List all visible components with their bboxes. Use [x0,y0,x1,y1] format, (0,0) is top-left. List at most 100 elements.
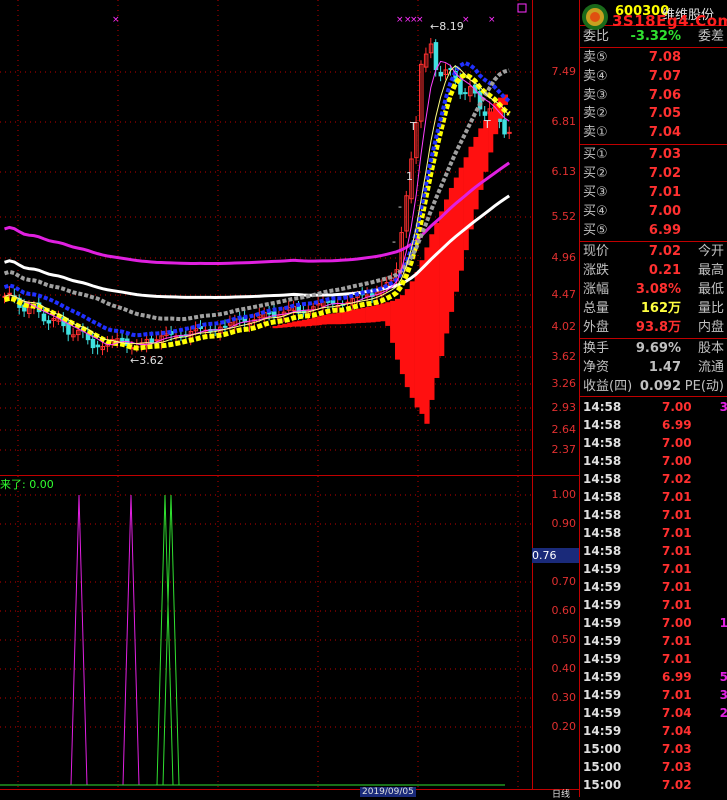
row-label: 买② [583,166,608,181]
row-label: 外盘 [583,320,610,335]
trade-row: 14:59 7.01 [582,632,727,650]
indicator-tick-label: 0.20 [551,720,577,733]
trade-volume: 5 [719,670,727,684]
bid-row[interactable]: 买④ 7.00 [582,202,726,221]
low-price-label: ←3.62 [130,354,164,367]
trade-time: 14:59 [583,598,622,612]
bid-row[interactable]: 买⑤ 6.99 [582,221,726,240]
trade-time: 14:58 [583,526,622,540]
row-label: 买① [583,147,608,162]
row-label: 涨跌 [583,263,610,278]
cloud-bar [365,306,371,323]
trade-time: 14:58 [583,400,622,414]
trade-row: 14:59 7.01 [582,578,727,596]
indicator-current-value: 0.76 [532,548,579,563]
cloud-bar [355,308,361,324]
quote-row[interactable]: 外盘 93.8万 内盘 [582,318,726,337]
price-axis: 7.49 6.81 6.13 5.52 4.96 4.47 4.02 3.62 3.26 2.93… [532,0,580,475]
period-label[interactable]: 日线 [552,787,570,800]
bid-row[interactable]: 买③ 7.01 [582,183,726,202]
stats-row[interactable]: 换手 9.69% 股本 [582,339,726,358]
trade-row: 14:59 7.04 2 [582,704,727,722]
row-value: 7.07 [648,68,681,84]
trade-row: 14:58 7.00 [582,452,727,470]
trade-price: 7.04 [662,706,692,720]
stats-row[interactable]: 净资 1.47 流通 [582,358,726,377]
trade-price: 7.01 [662,580,692,594]
trade-price: 7.00 [662,454,692,468]
trade-price: 7.01 [662,508,692,522]
row-value: 7.05 [648,106,681,122]
cloud-bar [395,298,401,360]
trade-price: 7.03 [662,742,692,756]
trade-row: 15:00 7.03 [582,758,727,776]
marker-dash: - [392,235,396,248]
candle-body [95,344,101,348]
indicator-tick-label: 0.50 [551,633,577,646]
row-value: 9.69% [635,341,681,356]
row-value: 7.04 [648,125,681,141]
row-value: 7.01 [648,185,681,200]
price-tick-label: 2.64 [551,423,577,436]
stats-row[interactable]: 收益(四) 0.092 PE(动) [582,377,726,396]
ask-row[interactable]: 卖② 7.05 [582,104,726,123]
trade-volume: 3 [719,688,727,702]
trade-row: 14:59 7.01 [582,560,727,578]
trade-time: 15:00 [583,778,622,792]
row-right-label: 今开 [697,244,724,259]
candle-body [507,131,512,134]
cloud-bar [311,317,317,326]
quote-row[interactable]: 现价 7.02 今开 [582,242,726,261]
cloud-bar [444,199,450,334]
ask-row[interactable]: 卖④ 7.07 [582,67,726,86]
trade-volume: 1 [719,616,727,630]
cloud-bar [321,315,327,325]
trade-time: 14:59 [583,670,622,684]
trade-row: 14:58 6.99 [582,416,727,434]
trade-row: 14:58 7.01 [582,506,727,524]
indicator-tick-label: 0.70 [551,575,577,588]
candle-body [46,320,52,324]
ask-row[interactable]: 卖① 7.04 [582,123,726,142]
candle-body [7,292,12,295]
signal-x-mark: × [112,15,120,25]
trade-volume: 3 [719,400,727,414]
cloud-bar [341,311,347,325]
price-tick-label: 4.47 [551,288,577,301]
trade-time: 14:59 [583,580,622,594]
row-right-label: 最高 [697,263,724,278]
quote-row[interactable]: 总量 162万 量比 [582,299,726,318]
cloud-bar [458,167,464,271]
ask-row[interactable]: 卖⑤ 7.08 [582,48,726,67]
trade-time: 14:59 [583,724,622,738]
candle-body [41,313,47,322]
price-tick-label: 4.96 [551,251,577,264]
row-value: 0.092 [639,379,681,394]
row-value: 7.03 [648,147,681,162]
trade-time: 14:58 [583,436,622,450]
price-tick-label: 4.02 [551,320,577,333]
bid-row[interactable]: 买② 7.02 [582,164,726,183]
quote-row[interactable]: 涨跌 0.21 最高 [582,261,726,280]
row-label: 卖① [583,125,608,141]
price-tick-label: 2.93 [551,401,577,414]
row-right-label: PE(动) [684,379,724,394]
row-value: 93.8万 [635,320,681,335]
row-label: 卖③ [583,87,608,103]
quote-row[interactable]: 涨幅 3.08% 最低 [582,280,726,299]
trade-row: 14:59 6.99 5 [582,668,727,686]
candle-body [433,42,439,71]
row-label: 买③ [583,185,608,200]
price-tick-label: 3.62 [551,350,577,363]
indicator-chart[interactable] [0,475,532,790]
trade-time: 14:59 [583,616,622,630]
row-label: 卖④ [583,68,608,84]
candlestick-chart[interactable]: ←8.19←3.62T T1--× × ××× × × [0,0,532,475]
indicator-tick-label: 0.30 [551,691,577,704]
cloud-bar [282,323,288,328]
ask-row[interactable]: 卖③ 7.06 [582,86,726,105]
cloud-bar [287,322,293,328]
bid-row[interactable]: 买① 7.03 [582,145,726,164]
cloud-bar [360,307,366,323]
cloud-bar [424,247,430,424]
